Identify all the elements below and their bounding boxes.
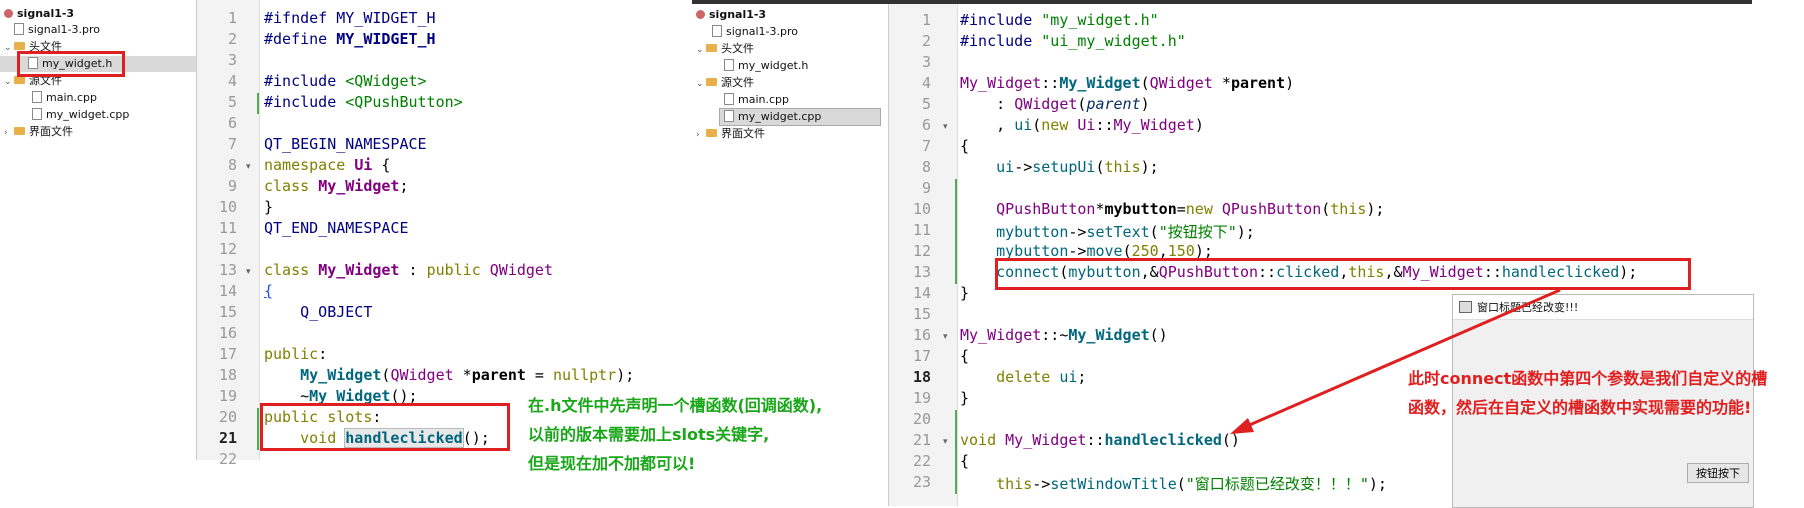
fold-arrow-icon[interactable]: ▾: [943, 332, 948, 342]
chevron-right-icon: ›: [696, 130, 700, 140]
chevron-down-icon: ⌄: [696, 79, 704, 89]
chevron-down-icon: ⌄: [696, 45, 704, 55]
folder-icon: [14, 127, 25, 135]
project-icon: [4, 8, 13, 18]
pushbutton[interactable]: 按钮按下: [1687, 463, 1749, 483]
change-marker: [257, 93, 259, 114]
fold-arrow-icon[interactable]: ▾: [246, 267, 251, 277]
tree-source-widget[interactable]: my_widget.cpp: [719, 108, 881, 126]
tree-header-file[interactable]: my_widget.h: [724, 58, 808, 74]
folder-icon: [14, 42, 25, 50]
tree-source-widget[interactable]: my_widget.cpp: [32, 107, 129, 123]
file-icon: [724, 93, 734, 105]
chevron-down-icon: ⌄: [4, 43, 12, 53]
tree-source-main[interactable]: main.cpp: [32, 90, 97, 106]
file-icon: [14, 23, 24, 35]
tree-forms-folder[interactable]: › 界面文件: [4, 124, 73, 140]
fold-arrow-icon[interactable]: ▾: [943, 437, 948, 447]
tree-forms-folder[interactable]: › 界面文件: [696, 126, 765, 142]
change-marker: [257, 408, 259, 450]
change-marker: [955, 179, 957, 284]
left-tree-highlight: [17, 51, 125, 77]
change-marker: [955, 410, 957, 494]
file-icon: [32, 91, 42, 103]
project-icon: [696, 9, 705, 19]
tree-source-main[interactable]: main.cpp: [724, 92, 789, 108]
tree-pro-file[interactable]: signal1-3.pro: [712, 24, 798, 40]
file-icon: [724, 110, 734, 122]
file-icon: [712, 25, 722, 37]
right-annotation: 此时connect函数中第四个参数是我们自定义的槽 函数，然后在自定义的槽函数中…: [1408, 369, 1768, 417]
right-project-tree: signal1-3 signal1-3.pro ⌄ 头文件 my_widget.h…: [692, 4, 888, 504]
chevron-down-icon: ⌄: [4, 77, 12, 87]
slots-highlight: [260, 403, 510, 451]
tree-sources-folder[interactable]: ⌄ 源文件: [696, 75, 754, 91]
file-icon: [724, 59, 734, 71]
folder-icon: [706, 78, 717, 86]
tree-project[interactable]: signal1-3: [4, 6, 74, 22]
fold-arrow-icon[interactable]: ▾: [246, 162, 251, 172]
file-icon: [32, 108, 42, 120]
fold-arrow-icon[interactable]: ▾: [943, 122, 948, 132]
tree-project[interactable]: signal1-3: [696, 7, 766, 23]
folder-icon: [706, 44, 717, 52]
tree-headers-folder[interactable]: ⌄ 头文件: [696, 41, 754, 57]
chevron-right-icon: ›: [4, 128, 8, 138]
folder-icon: [706, 129, 717, 137]
folder-icon: [14, 76, 25, 84]
tree-pro-file[interactable]: signal1-3.pro: [14, 22, 100, 38]
